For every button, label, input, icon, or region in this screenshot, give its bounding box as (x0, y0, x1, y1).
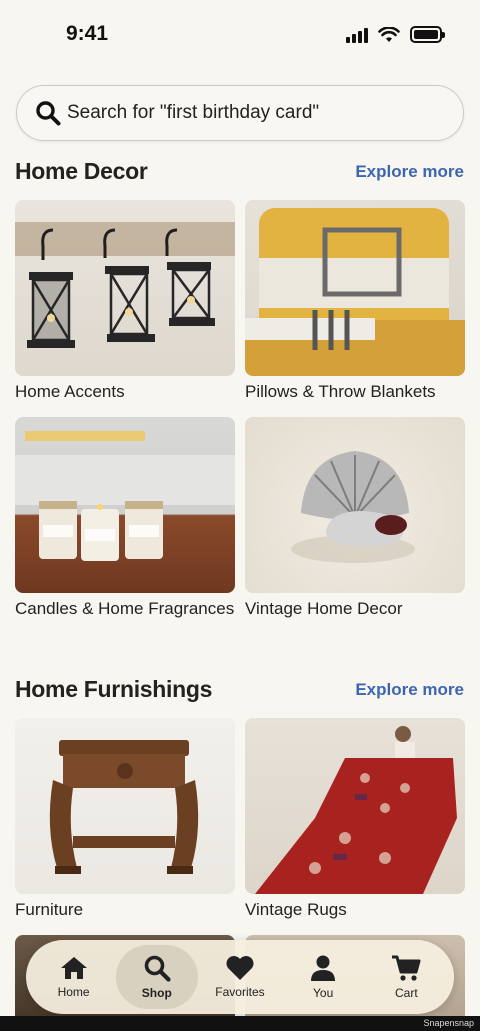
tile-label-vintage-rugs: Vintage Rugs (245, 900, 347, 919)
lanterns-image (15, 222, 235, 348)
bottom-strip (0, 1016, 480, 1031)
person-icon (311, 955, 336, 981)
bottom-tab-bar: Home Shop Favorites You Cart (26, 940, 454, 1014)
tile-pillows-throw-blankets[interactable] (245, 200, 465, 376)
tab-shop-label: Shop (141, 986, 172, 1000)
battery-icon (410, 26, 445, 43)
tab-cart-label: Cart (395, 986, 418, 1000)
section-title-home-furnishings: Home Furnishings (15, 676, 213, 702)
home-icon (60, 957, 87, 979)
heart-icon (226, 956, 254, 980)
search-icon (36, 101, 61, 126)
tile-label-candles-home-fragrances: Candles & Home Fragrances (15, 599, 235, 618)
tab-you-label: You (313, 986, 334, 1000)
shell-dish-image (291, 451, 415, 563)
tab-cart[interactable]: Cart (365, 945, 447, 1009)
cart-icon (392, 955, 421, 981)
wifi-icon (378, 26, 400, 42)
tile-label-vintage-home-decor: Vintage Home Decor (245, 599, 403, 618)
tile-label-pillows-throw-blankets: Pillows & Throw Blankets (245, 382, 436, 401)
search-placeholder: Search for "first birthday card" (67, 102, 320, 123)
signal-icon (346, 27, 368, 43)
tile-vintage-home-decor[interactable] (245, 417, 465, 593)
status-time: 9:41 (66, 22, 109, 45)
nightstand-image (49, 740, 199, 874)
search-icon (144, 955, 171, 982)
pillow-image (245, 208, 465, 376)
explore-more-home-furnishings-link[interactable]: Explore more (355, 680, 464, 700)
tile-home-accents[interactable] (15, 200, 235, 376)
section-title-home-decor: Home Decor (15, 158, 148, 184)
tab-shop[interactable]: Shop (115, 945, 198, 1009)
status-icons (346, 26, 445, 43)
watermark: Snapensnap (423, 1018, 474, 1028)
tile-label-home-accents: Home Accents (15, 382, 125, 401)
tab-home[interactable]: Home (33, 945, 115, 1009)
tab-favorites-label: Favorites (215, 985, 265, 999)
rug-image (255, 726, 457, 894)
status-bar: 9:41 (0, 0, 480, 72)
candles-image (15, 431, 235, 561)
tile-candles-home-fragrances[interactable] (15, 417, 235, 593)
explore-more-home-decor-link[interactable]: Explore more (355, 162, 464, 182)
tile-furniture[interactable] (15, 718, 235, 894)
tile-label-furniture: Furniture (15, 900, 84, 919)
tile-vintage-rugs[interactable] (245, 718, 465, 894)
tab-home-label: Home (57, 985, 90, 999)
tab-favorites[interactable]: Favorites (199, 945, 281, 1009)
search-bar[interactable]: Search for "first birthday card" (16, 85, 464, 141)
tab-you[interactable]: You (282, 945, 364, 1009)
